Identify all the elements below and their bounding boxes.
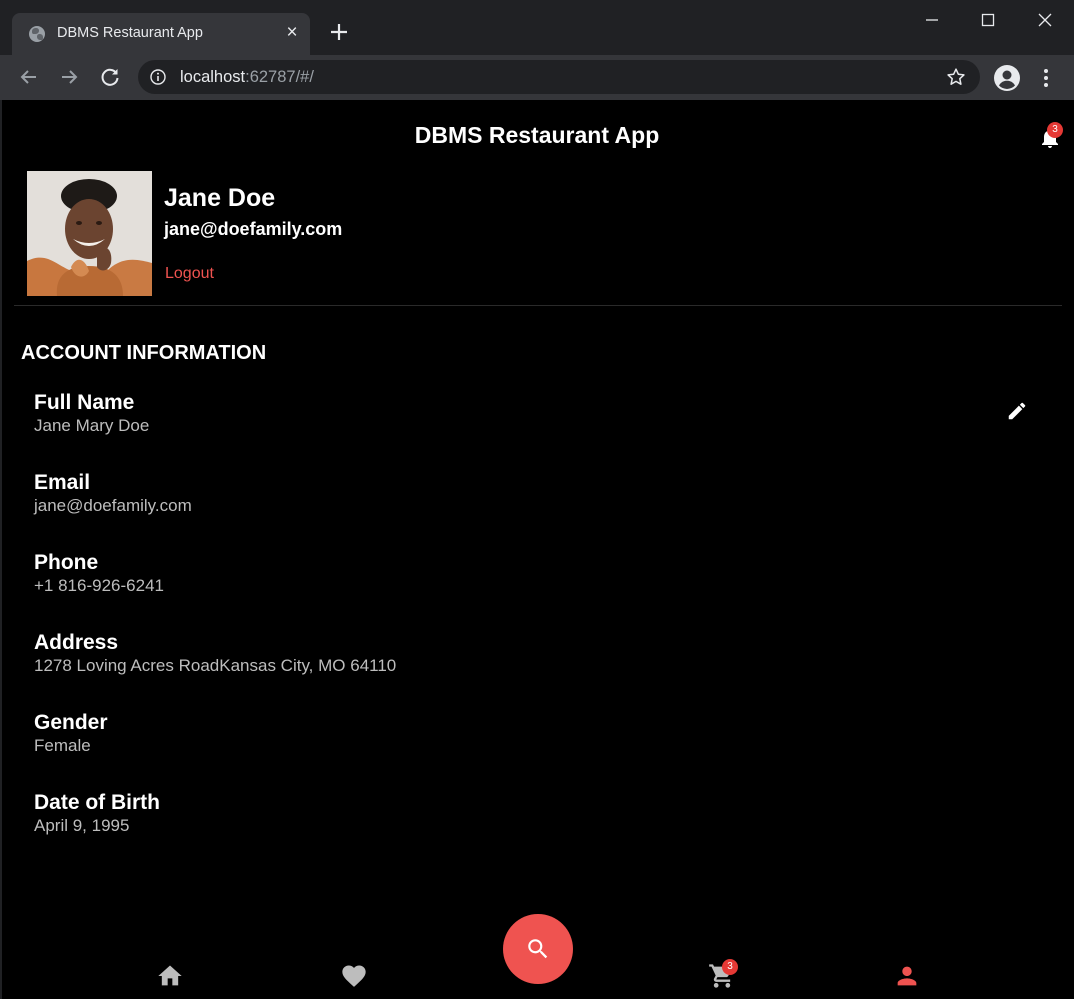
- url-text[interactable]: localhost:62787/#/: [180, 68, 314, 87]
- close-window-icon[interactable]: [1025, 4, 1065, 36]
- logout-link[interactable]: Logout: [165, 265, 214, 283]
- star-icon[interactable]: [946, 67, 966, 87]
- info-item-gender: Gender Female: [34, 711, 108, 757]
- info-value: Female: [34, 736, 91, 755]
- info-label: Gender: [34, 711, 108, 734]
- url-host: localhost: [180, 68, 246, 86]
- browser-toolbar: localhost:62787/#/: [0, 55, 1074, 100]
- reload-icon[interactable]: [96, 63, 124, 91]
- forward-icon[interactable]: [55, 63, 83, 91]
- address-bar[interactable]: localhost:62787/#/: [138, 60, 980, 94]
- home-icon[interactable]: [156, 962, 184, 990]
- info-item-email: Email jane@doefamily.com: [34, 471, 192, 517]
- profile-avatar: [27, 171, 152, 296]
- profile-name: Jane Doe: [164, 184, 276, 212]
- maximize-icon[interactable]: [968, 4, 1008, 36]
- info-item-address: Address 1278 Loving Acres RoadKansas Cit…: [34, 631, 396, 677]
- browser-tab[interactable]: DBMS Restaurant App ×: [12, 13, 310, 55]
- info-label: Date of Birth: [34, 791, 160, 814]
- info-item-phone: Phone +1 816-926-6241: [34, 551, 164, 597]
- info-item-date-of-birth: Date of Birth April 9, 1995: [34, 791, 160, 837]
- info-value: jane@doefamily.com: [34, 496, 192, 515]
- back-icon[interactable]: [15, 63, 43, 91]
- info-value: April 9, 1995: [34, 816, 130, 835]
- account-section-title: ACCOUNT INFORMATION: [21, 342, 267, 364]
- minimize-icon[interactable]: [912, 4, 952, 36]
- heart-icon[interactable]: [340, 962, 368, 990]
- more-menu-icon[interactable]: [1036, 64, 1056, 92]
- divider: [14, 305, 1062, 306]
- globe-icon: [29, 26, 45, 42]
- close-tab-icon[interactable]: ×: [282, 23, 302, 43]
- app-title: DBMS Restaurant App: [414, 122, 660, 148]
- info-label: Phone: [34, 551, 99, 574]
- info-item-full-name: Full Name Jane Mary Doe: [34, 391, 149, 437]
- info-label: Email: [34, 471, 91, 494]
- info-label: Full Name: [34, 391, 135, 414]
- info-value: +1 816-926-6241: [34, 576, 164, 595]
- info-label: Address: [34, 631, 119, 654]
- info-icon[interactable]: [150, 69, 166, 85]
- new-tab-icon[interactable]: [325, 18, 353, 46]
- info-value: Jane Mary Doe: [34, 416, 150, 435]
- profile-photo: [27, 171, 152, 296]
- person-icon[interactable]: [893, 962, 921, 990]
- browser-tabstrip: DBMS Restaurant App ×: [0, 0, 1074, 55]
- profile-email: jane@doefamily.com: [164, 219, 343, 239]
- notification-badge: 3: [1047, 122, 1063, 138]
- edit-pencil-icon[interactable]: [1006, 400, 1028, 422]
- search-fab-button[interactable]: [503, 914, 573, 984]
- search-icon: [528, 939, 548, 959]
- tab-title: DBMS Restaurant App: [57, 25, 203, 41]
- window-border: [0, 100, 2, 999]
- info-value: 1278 Loving Acres RoadKansas City, MO 64…: [34, 656, 397, 675]
- url-path: :62787/#/: [245, 68, 314, 86]
- account-icon[interactable]: [993, 64, 1021, 92]
- cart-badge: 3: [722, 959, 738, 975]
